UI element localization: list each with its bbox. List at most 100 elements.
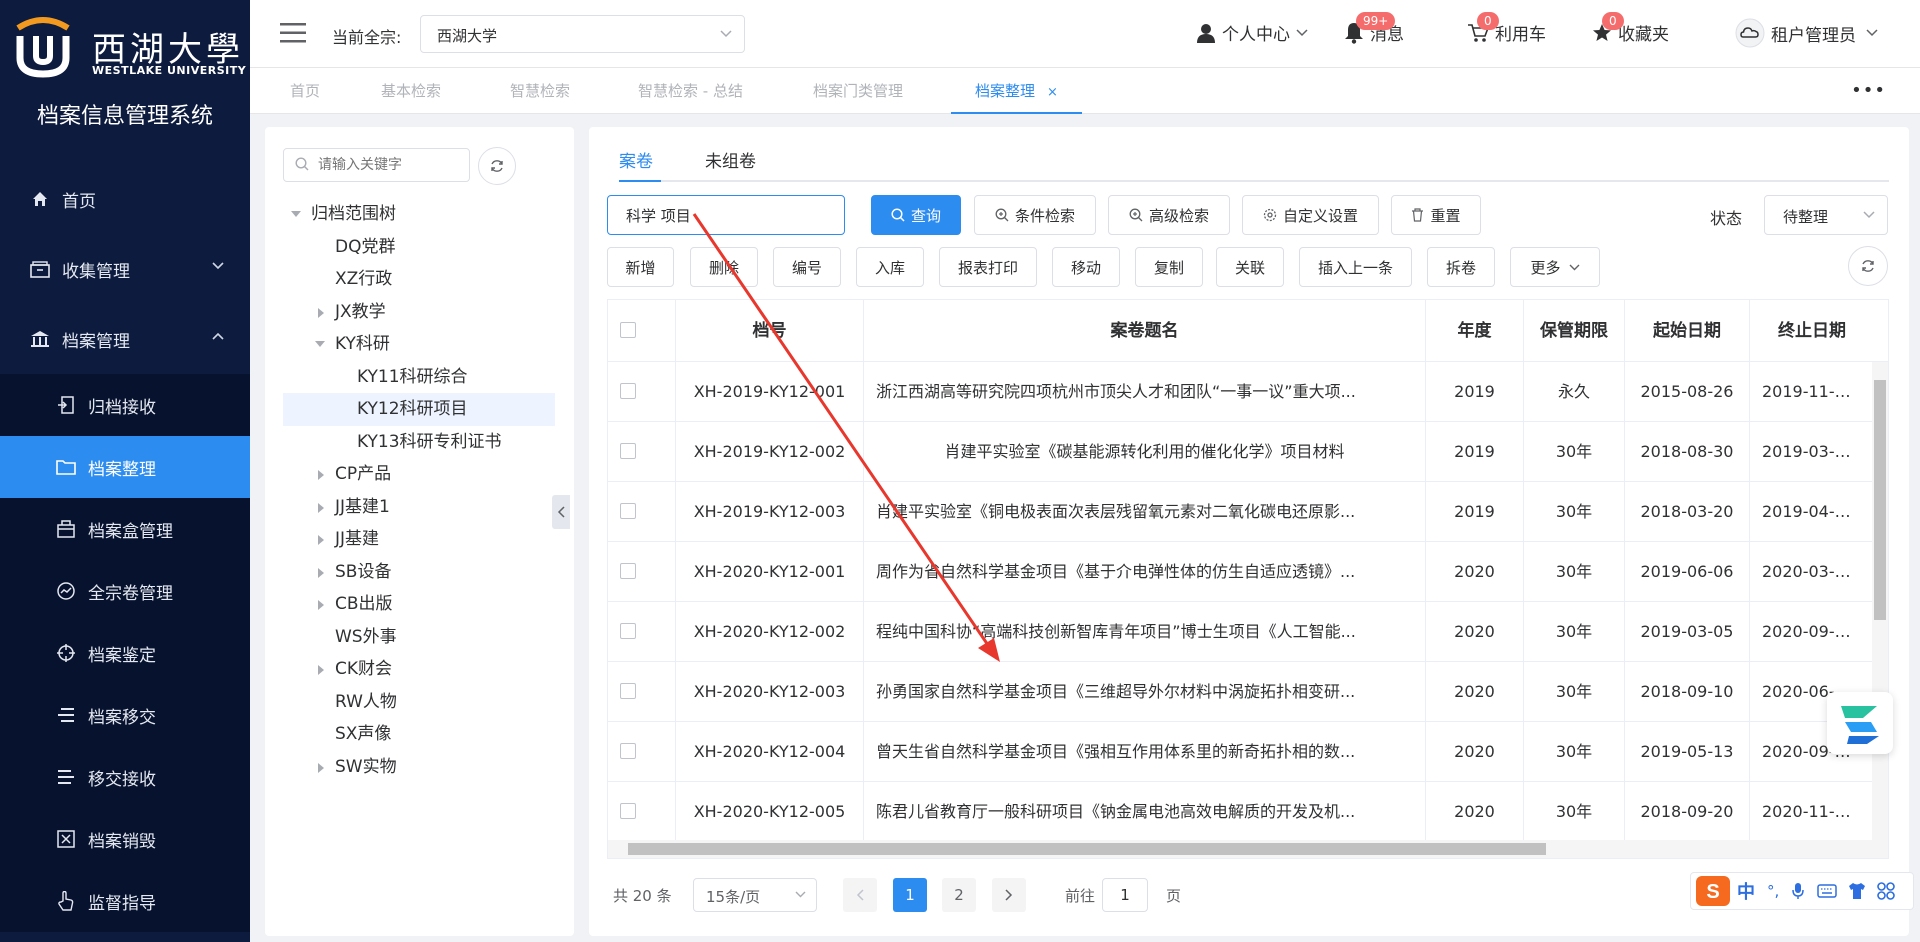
tree-node-ws[interactable]: WS外事 (265, 621, 555, 654)
tree-node-sb[interactable]: SB设备 (265, 556, 555, 589)
sidebar-item-archive-management[interactable]: 档案管理 (0, 308, 250, 370)
horizontal-scrollbar[interactable] (608, 840, 1888, 858)
hamburger-menu-icon[interactable] (280, 22, 306, 44)
tree-node-dq[interactable]: DQ党群 (265, 231, 555, 264)
tree-search-input[interactable] (283, 148, 470, 182)
tab-smart-search-summary[interactable]: 智慧检索 - 总结 (638, 68, 743, 114)
table-row[interactable]: XH-2020-KY12-001 周作为省自然科学基金项目《基于介电弹性体的仿生自… (608, 542, 1888, 602)
copy-button[interactable]: 复制 (1135, 247, 1203, 287)
tab-home[interactable]: 首页 (290, 68, 320, 114)
column-header-start-date[interactable]: 起始日期 (1625, 300, 1750, 362)
table-row[interactable]: XH-2019-KY12-001 浙江西湖高等研究院四项杭州市顶尖人才和团队“一事… (608, 362, 1888, 422)
page-2-button[interactable]: 2 (942, 878, 976, 912)
sidebar-item-collection[interactable]: 收集管理 (0, 238, 250, 300)
row-checkbox[interactable] (620, 443, 636, 459)
tree-node-ck[interactable]: CK财会 (265, 653, 555, 686)
scrollbar-thumb[interactable] (1874, 380, 1886, 620)
query-button[interactable]: 查询 (871, 195, 961, 235)
sidebar-item-box-management[interactable]: 档案盒管理 (0, 498, 250, 560)
table-row[interactable]: XH-2020-KY12-002 程纯中国科协“高端科技创新智库青年项目”博士生项… (608, 602, 1888, 662)
punctuation-icon[interactable]: °, (1767, 882, 1779, 900)
tree-node-xz[interactable]: XZ行政 (265, 263, 555, 296)
table-row[interactable]: XH-2020-KY12-004 曾天生省自然科学基金项目《强相互作用体系里的新奇… (608, 722, 1888, 782)
messages-button[interactable]: 消息 99+ (1344, 12, 1404, 45)
column-header-year[interactable]: 年度 (1426, 300, 1524, 362)
tree-node-rw[interactable]: RW人物 (265, 686, 555, 719)
keyword-search-input[interactable] (607, 195, 845, 235)
favorites-button[interactable]: 收藏夹 0 (1592, 12, 1669, 45)
tab-smart-search[interactable]: 智慧检索 (510, 68, 570, 114)
panel-collapse-handle[interactable] (552, 495, 570, 529)
more-dots-icon[interactable]: ••• (1851, 80, 1886, 101)
scrollbar-thumb[interactable] (628, 843, 1546, 855)
column-header-term[interactable]: 保管期限 (1524, 300, 1625, 362)
tree-node-jx[interactable]: JX教学 (265, 296, 555, 329)
row-checkbox[interactable] (620, 743, 636, 759)
insert-previous-button[interactable]: 插入上一条 (1299, 247, 1412, 287)
close-icon[interactable]: × (1047, 85, 1058, 100)
goto-page-input[interactable]: 1 (1102, 878, 1148, 912)
vertical-scrollbar[interactable] (1872, 362, 1888, 842)
delete-button[interactable]: 删除 (690, 247, 758, 287)
advanced-search-button[interactable]: 高级检索 (1108, 195, 1230, 235)
table-row[interactable]: XH-2020-KY12-003 孙勇国家自然科学基金项目《三维超导外尔材料中涡旋… (608, 662, 1888, 722)
tree-node-ky11[interactable]: KY11科研综合 (265, 361, 555, 394)
link-button[interactable]: 关联 (1216, 247, 1284, 287)
move-button[interactable]: 移动 (1052, 247, 1120, 287)
tree-node-jj[interactable]: JJ基建 (265, 523, 555, 556)
sidebar-item-home[interactable]: 首页 (0, 168, 250, 230)
tab-ungrouped[interactable]: 未组卷 (705, 147, 756, 172)
status-select[interactable]: 待整理 (1764, 195, 1888, 235)
apps-grid-icon[interactable] (1877, 882, 1896, 900)
sidebar-item-transfer[interactable]: 档案移交 (0, 684, 250, 746)
use-cart-button[interactable]: 利用车 0 (1467, 12, 1546, 45)
tree-node-ky13[interactable]: KY13科研专利证书 (265, 426, 555, 459)
sidebar-item-supervision[interactable]: 监督指导 (0, 870, 250, 932)
microphone-icon[interactable] (1791, 882, 1805, 900)
custom-settings-button[interactable]: 自定义设置 (1242, 195, 1379, 235)
floating-assistant-widget[interactable] (1827, 692, 1893, 754)
report-print-button[interactable]: 报表打印 (939, 247, 1037, 287)
more-button[interactable]: 更多 (1510, 247, 1600, 287)
tab-basic-search[interactable]: 基本检索 (381, 68, 441, 114)
sidebar-item-archive-receive[interactable]: 归档接收 (0, 374, 250, 436)
table-row[interactable]: XH-2020-KY12-005 陈君儿省教育厅一般科研项目《钠金属电池高效电解质… (608, 782, 1888, 842)
table-row[interactable]: XH-2019-KY12-002 肖建平实验室《碳基能源转化利用的催化化学》项目材… (608, 422, 1888, 482)
tree-node-ky12[interactable]: KY12科研项目 (283, 393, 555, 426)
table-refresh-button[interactable] (1848, 246, 1888, 286)
add-button[interactable]: 新增 (607, 247, 674, 287)
page-size-select[interactable]: 15条/页 (693, 878, 817, 912)
tree-node-sx[interactable]: SX声像 (265, 718, 555, 751)
column-header-end-date[interactable]: 终止日期 (1750, 300, 1874, 362)
tenant-admin-menu[interactable]: 租户管理员 (1735, 18, 1878, 48)
split-volume-button[interactable]: 拆卷 (1427, 247, 1495, 287)
column-header-title[interactable]: 案卷题名 (864, 300, 1426, 362)
tree-node-cp[interactable]: CP产品 (265, 458, 555, 491)
tree-node-ky[interactable]: KY科研 (265, 328, 555, 361)
prev-page-button[interactable] (843, 878, 877, 912)
skin-shirt-icon[interactable] (1847, 882, 1867, 900)
sidebar-item-destroy[interactable]: 档案销毁 (0, 808, 250, 870)
row-checkbox[interactable] (620, 503, 636, 519)
row-checkbox[interactable] (620, 683, 636, 699)
tab-archive-category[interactable]: 档案门类管理 (813, 68, 903, 114)
reset-button[interactable]: 重置 (1391, 195, 1481, 235)
number-button[interactable]: 编号 (773, 247, 841, 287)
keyboard-icon[interactable] (1817, 883, 1838, 899)
row-checkbox[interactable] (620, 623, 636, 639)
tab-volume[interactable]: 案卷 (619, 147, 653, 172)
tree-node-jj1[interactable]: JJ基建1 (265, 491, 555, 524)
select-all-checkbox[interactable] (620, 322, 636, 338)
sidebar-item-archive-arrange[interactable]: 档案整理 (0, 436, 250, 498)
sidebar-item-fonds-volume[interactable]: 全宗卷管理 (0, 560, 250, 622)
row-checkbox[interactable] (620, 803, 636, 819)
condition-search-button[interactable]: 条件检索 (974, 195, 1096, 235)
user-center-menu[interactable]: 个人中心 (1196, 20, 1308, 45)
tree-refresh-button[interactable] (478, 147, 516, 185)
page-1-button[interactable]: 1 (893, 878, 927, 912)
table-row[interactable]: XH-2019-KY12-003 肖建平实验室《铜电极表面次表层残留氧元素对二氧化… (608, 482, 1888, 542)
row-checkbox[interactable] (620, 563, 636, 579)
tree-node-cb[interactable]: CB出版 (265, 588, 555, 621)
ime-mode[interactable]: 中 (1737, 878, 1755, 904)
next-page-button[interactable] (992, 878, 1026, 912)
